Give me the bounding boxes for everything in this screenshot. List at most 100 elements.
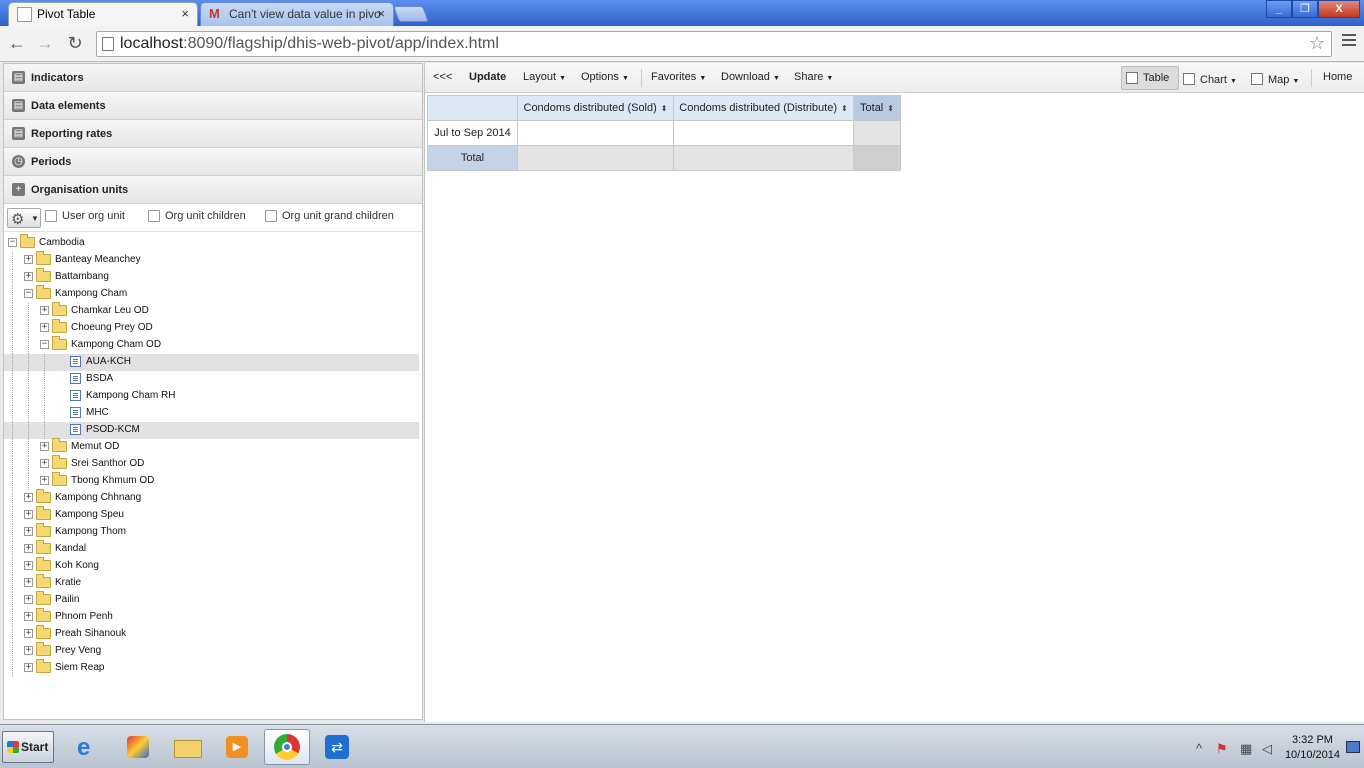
expand-icon[interactable]: + xyxy=(40,306,49,315)
internet-explorer-icon[interactable]: e xyxy=(66,729,112,765)
collapse-icon[interactable]: − xyxy=(24,289,33,298)
expand-icon[interactable]: + xyxy=(24,493,33,502)
tree-node[interactable]: + Kampong Thom xyxy=(4,523,419,541)
tree-node[interactable]: AUA-KCH xyxy=(4,354,419,371)
tree-node[interactable]: + Kandal xyxy=(4,540,419,558)
column-header-sold[interactable]: Condoms distributed (Sold) ⬍ xyxy=(517,95,674,121)
map-menu[interactable]: Map ▼ xyxy=(1251,71,1299,86)
expand-icon[interactable]: + xyxy=(40,442,49,451)
sort-icon[interactable]: ⬍ xyxy=(661,104,668,113)
tree-node[interactable]: + Siem Reap xyxy=(4,659,419,677)
org-unit-grand-children-checkbox[interactable]: Org unit grand children xyxy=(265,210,394,222)
tree-node[interactable]: + Tbong Khmum OD xyxy=(4,472,419,490)
volume-icon[interactable]: ◁ xyxy=(1262,741,1272,757)
reload-icon[interactable]: ↻ xyxy=(64,32,86,54)
chart-menu[interactable]: Chart ▼ xyxy=(1183,71,1237,86)
tree-node[interactable]: + Phnom Penh xyxy=(4,608,419,626)
collapse-icon[interactable]: − xyxy=(8,238,17,247)
tree-node-label[interactable]: Chamkar Leu OD xyxy=(71,305,149,316)
tree-node-label[interactable]: Koh Kong xyxy=(55,560,99,571)
expand-icon[interactable]: + xyxy=(24,578,33,587)
tree-node-label[interactable]: Kampong Chhnang xyxy=(55,492,141,503)
accordion-indicators[interactable]: ▤ Indicators xyxy=(4,64,422,92)
expand-icon[interactable]: + xyxy=(24,646,33,655)
checkbox-box[interactable] xyxy=(265,210,277,222)
tree-node[interactable]: + Kampong Chhnang xyxy=(4,489,419,507)
expand-icon[interactable]: + xyxy=(24,595,33,604)
expand-icon[interactable]: + xyxy=(24,612,33,621)
tree-node-label[interactable]: Choeung Prey OD xyxy=(71,322,153,333)
user-org-unit-checkbox[interactable]: User org unit xyxy=(45,210,125,222)
tree-node[interactable]: − Kampong Cham xyxy=(4,285,419,303)
app-launcher-icon[interactable] xyxy=(114,729,160,765)
expand-icon[interactable]: + xyxy=(24,510,33,519)
tree-node[interactable]: + Choeung Prey OD xyxy=(4,319,419,337)
table-view-button[interactable]: Table xyxy=(1121,66,1179,90)
expand-icon[interactable]: + xyxy=(24,629,33,638)
show-hidden-icons-icon[interactable]: ^ xyxy=(1196,741,1202,756)
tree-node-label[interactable]: Preah Sihanouk xyxy=(55,628,126,639)
minimize-button[interactable]: _ xyxy=(1266,0,1292,18)
expand-icon[interactable]: + xyxy=(24,527,33,536)
tree-node-label[interactable]: Memut OD xyxy=(71,441,119,452)
tree-node[interactable]: + Koh Kong xyxy=(4,557,419,575)
tab-gmail[interactable]: M Can't view data value in pivo × xyxy=(200,2,394,26)
tree-node[interactable]: MHC xyxy=(4,405,419,422)
tree-node-label[interactable]: Prey Veng xyxy=(55,645,101,656)
tab-pivot-table[interactable]: Pivot Table × xyxy=(8,2,198,26)
tab-close-icon[interactable]: × xyxy=(181,3,189,25)
tree-node[interactable]: + Prey Veng xyxy=(4,642,419,660)
tree-node[interactable]: + Chamkar Leu OD xyxy=(4,302,419,320)
download-menu[interactable]: Download ▼ xyxy=(721,71,780,83)
tree-node-label[interactable]: Banteay Meanchey xyxy=(55,254,141,265)
tree-node[interactable]: PSOD-KCM xyxy=(4,422,419,439)
update-button[interactable]: Update xyxy=(469,71,506,83)
tree-node[interactable]: + Pailin xyxy=(4,591,419,609)
sort-icon[interactable]: ⬍ xyxy=(887,104,894,113)
tree-node-label[interactable]: Kampong Cham xyxy=(55,288,127,299)
tree-node-label[interactable]: Tbong Khmum OD xyxy=(71,475,154,486)
maximize-button[interactable]: ❐ xyxy=(1292,0,1318,18)
forward-arrow-icon[interactable]: → xyxy=(34,32,56,54)
tree-node[interactable]: + Kampong Speu xyxy=(4,506,419,524)
expand-icon[interactable]: + xyxy=(24,544,33,553)
tree-node-label[interactable]: Battambang xyxy=(55,271,109,282)
expand-icon[interactable]: + xyxy=(40,459,49,468)
file-explorer-icon[interactable] xyxy=(164,729,210,765)
tree-node-label[interactable]: Pailin xyxy=(55,594,79,605)
collapse-panel-button[interactable]: <<< xyxy=(433,71,452,83)
tree-node-label[interactable]: AUA-KCH xyxy=(86,356,131,367)
tree-node[interactable]: + Memut OD xyxy=(4,438,419,456)
collapse-icon[interactable]: − xyxy=(40,340,49,349)
gear-menu-button[interactable]: ⚙ ▼ xyxy=(7,208,41,228)
network-icon[interactable]: ▦ xyxy=(1240,741,1252,757)
column-header-total[interactable]: Total ⬍ xyxy=(853,95,901,121)
tree-node-label[interactable]: Kampong Cham RH xyxy=(86,390,175,401)
tree-node-label[interactable]: MHC xyxy=(86,407,109,418)
tree-node-label[interactable]: Kampong Speu xyxy=(55,509,124,520)
tree-node-label[interactable]: Cambodia xyxy=(39,237,85,248)
tree-node-label[interactable]: Kampong Cham OD xyxy=(71,339,161,350)
tree-node[interactable]: BSDA xyxy=(4,371,419,388)
expand-icon[interactable]: + xyxy=(24,663,33,672)
checkbox-box[interactable] xyxy=(148,210,160,222)
clock[interactable]: 3:32 PM 10/10/2014 xyxy=(1285,733,1340,763)
accordion-organisation-units[interactable]: + Organisation units xyxy=(4,176,422,204)
chrome-menu-icon[interactable] xyxy=(1342,34,1356,49)
tree-node-label[interactable]: PSOD-KCM xyxy=(86,424,140,435)
back-arrow-icon[interactable]: ← xyxy=(6,32,28,54)
accordion-periods[interactable]: ◷ Periods xyxy=(4,148,422,176)
tree-node[interactable]: + Kratie xyxy=(4,574,419,592)
options-menu[interactable]: Options ▼ xyxy=(581,71,629,83)
expand-icon[interactable]: + xyxy=(40,476,49,485)
tree-node[interactable]: Kampong Cham RH xyxy=(4,388,419,405)
tree-node[interactable]: + Srei Santhor OD xyxy=(4,455,419,473)
accordion-reporting-rates[interactable]: ▤ Reporting rates xyxy=(4,120,422,148)
favorites-menu[interactable]: Favorites ▼ xyxy=(651,71,706,83)
expand-icon[interactable]: + xyxy=(40,323,49,332)
tree-node-label[interactable]: Kandal xyxy=(55,543,86,554)
tab-close-icon[interactable]: × xyxy=(377,3,385,25)
share-menu[interactable]: Share ▼ xyxy=(794,71,833,83)
tree-node-label[interactable]: Phnom Penh xyxy=(55,611,113,622)
bookmark-star-icon[interactable]: ☆ xyxy=(1309,33,1325,54)
